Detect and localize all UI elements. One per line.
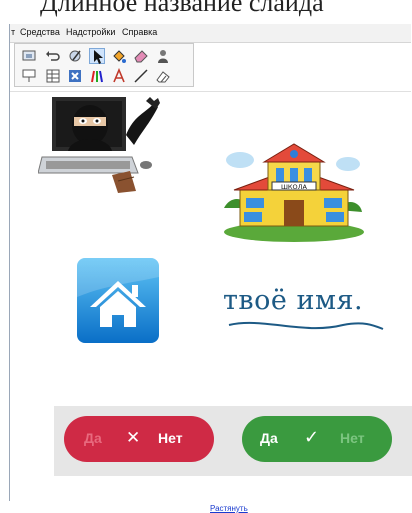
slide-caption: Длинное название слайда — [0, 0, 412, 26]
school-building-image[interactable]: ШКОЛА — [220, 138, 365, 242]
menu-item-tools-partial[interactable]: т — [11, 27, 15, 37]
text-icon[interactable] — [111, 68, 127, 84]
toolbar — [14, 43, 194, 87]
yes-button-panel: Да ✓ Нет — [232, 406, 412, 476]
person-icon[interactable] — [155, 48, 171, 64]
no-button-no-label: Нет — [158, 430, 183, 446]
toolbar-separator — [10, 91, 411, 92]
magic-pen-icon[interactable] — [67, 48, 83, 64]
school-sign-text: ШКОЛА — [281, 183, 308, 191]
pens-icon[interactable] — [89, 68, 105, 84]
hacker-computer-image[interactable] — [38, 95, 166, 195]
word-art-name[interactable]: твоё имя. — [223, 281, 393, 341]
menu-item-addons[interactable]: Надстройки — [66, 27, 115, 37]
no-button[interactable]: Да ✕ Нет — [64, 416, 214, 462]
slide-caption-text: Длинное название слайда — [40, 0, 324, 17]
no-button-panel: Да ✕ Нет — [54, 406, 234, 476]
menu-item-help[interactable]: Справка — [122, 27, 157, 37]
fill-icon[interactable] — [111, 48, 127, 64]
undo-icon[interactable] — [45, 48, 61, 64]
stretch-link[interactable]: Растянуть — [210, 504, 248, 513]
select-cursor-icon[interactable] — [89, 48, 105, 64]
yes-button[interactable]: Да ✓ Нет — [242, 416, 392, 462]
line-icon[interactable] — [133, 68, 149, 84]
shape-eraser-icon[interactable] — [155, 68, 171, 84]
eraser-icon[interactable] — [133, 48, 149, 64]
home-icon[interactable] — [76, 257, 160, 344]
close-icon: ✕ — [126, 428, 141, 447]
close-box-icon[interactable] — [67, 68, 83, 84]
screen-shade-icon[interactable] — [21, 68, 37, 84]
checkmark-icon: ✓ — [304, 427, 320, 447]
menu-bar: т Средства Надстройки Справка — [10, 24, 411, 43]
app-window: т Средства Надстройки Справка ШКОЛА твоё… — [9, 24, 412, 513]
no-button-yes-label: Да — [84, 430, 102, 446]
table-icon[interactable] — [45, 68, 61, 84]
yes-button-no-label: Нет — [340, 430, 365, 446]
yes-button-yes-label: Да — [260, 430, 278, 446]
menu-item-tools[interactable]: Средства — [20, 27, 60, 37]
screen-capture-icon[interactable] — [21, 48, 37, 64]
